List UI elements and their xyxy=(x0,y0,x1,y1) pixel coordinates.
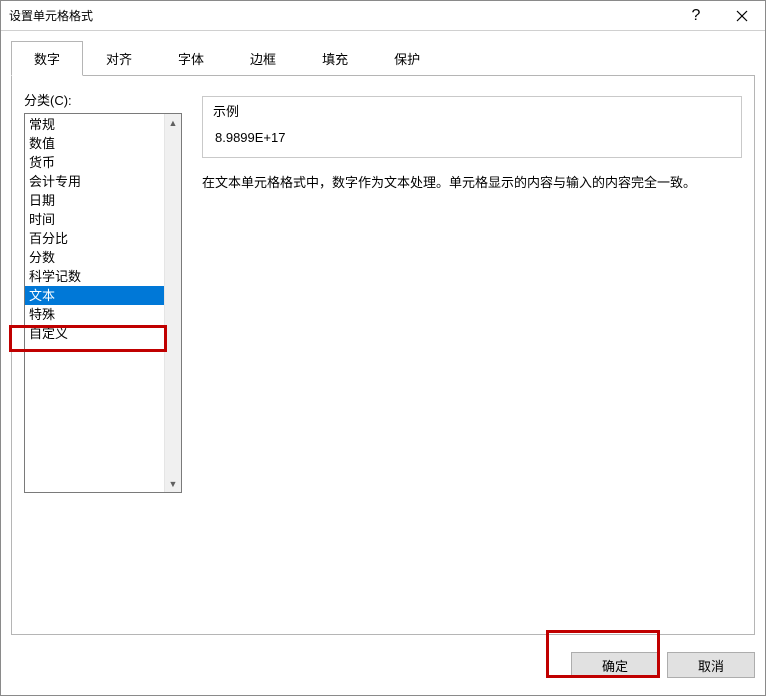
titlebar: 设置单元格格式 ? xyxy=(1,1,765,31)
category-panel: 分类(C): 常规 数值 货币 会计专用 日期 时间 百分比 分数 科学记数 xyxy=(24,90,182,620)
tab-border[interactable]: 边框 xyxy=(227,41,299,76)
details-panel: 示例 8.9899E+17 在文本单元格格式中，数字作为文本处理。单元格显示的内… xyxy=(202,90,742,620)
list-item[interactable]: 会计专用 xyxy=(25,172,164,191)
close-icon xyxy=(736,10,748,22)
list-item[interactable]: 自定义 xyxy=(25,324,164,343)
tab-strip: 数字 对齐 字体 边框 填充 保护 xyxy=(11,41,755,75)
tab-alignment[interactable]: 对齐 xyxy=(83,41,155,76)
cancel-button[interactable]: 取消 xyxy=(667,652,755,678)
dialog-body: 数字 对齐 字体 边框 填充 保护 分类(C): 常规 数值 货币 会计专用 xyxy=(1,31,765,635)
list-item[interactable]: 科学记数 xyxy=(25,267,164,286)
scrollbar[interactable]: ▲ ▼ xyxy=(164,114,181,492)
ok-button[interactable]: 确定 xyxy=(571,652,659,678)
category-list: 常规 数值 货币 会计专用 日期 时间 百分比 分数 科学记数 文本 特殊 自定… xyxy=(25,114,164,492)
category-listbox[interactable]: 常规 数值 货币 会计专用 日期 时间 百分比 分数 科学记数 文本 特殊 自定… xyxy=(24,113,182,493)
list-item-selected[interactable]: 文本 xyxy=(25,286,164,305)
tab-fill[interactable]: 填充 xyxy=(299,41,371,76)
list-item[interactable]: 货币 xyxy=(25,153,164,172)
tab-number[interactable]: 数字 xyxy=(11,41,83,76)
tab-content: 分类(C): 常规 数值 货币 会计专用 日期 时间 百分比 分数 科学记数 xyxy=(11,75,755,635)
list-item[interactable]: 百分比 xyxy=(25,229,164,248)
list-item[interactable]: 分数 xyxy=(25,248,164,267)
close-button[interactable] xyxy=(719,1,765,31)
content-grid: 分类(C): 常规 数值 货币 会计专用 日期 时间 百分比 分数 科学记数 xyxy=(24,90,742,620)
tab-protection[interactable]: 保护 xyxy=(371,41,443,76)
example-label: 示例 xyxy=(213,101,731,120)
scroll-down-icon[interactable]: ▼ xyxy=(165,475,181,492)
list-item[interactable]: 时间 xyxy=(25,210,164,229)
help-button[interactable]: ? xyxy=(673,1,719,31)
example-box: 示例 8.9899E+17 xyxy=(202,96,742,158)
format-cells-dialog: 设置单元格格式 ? 数字 对齐 字体 边框 填充 保护 分类(C): 常规 数值 xyxy=(0,0,766,696)
footer: 确定 取消 xyxy=(1,635,765,695)
list-item[interactable]: 常规 xyxy=(25,115,164,134)
dialog-title: 设置单元格格式 xyxy=(9,7,673,24)
scroll-up-icon[interactable]: ▲ xyxy=(165,114,181,131)
list-item[interactable]: 特殊 xyxy=(25,305,164,324)
example-value: 8.9899E+17 xyxy=(213,130,731,145)
format-description: 在文本单元格格式中，数字作为文本处理。单元格显示的内容与输入的内容完全一致。 xyxy=(202,172,742,194)
list-item[interactable]: 数值 xyxy=(25,134,164,153)
tab-font[interactable]: 字体 xyxy=(155,41,227,76)
category-label: 分类(C): xyxy=(24,90,182,109)
list-item[interactable]: 日期 xyxy=(25,191,164,210)
